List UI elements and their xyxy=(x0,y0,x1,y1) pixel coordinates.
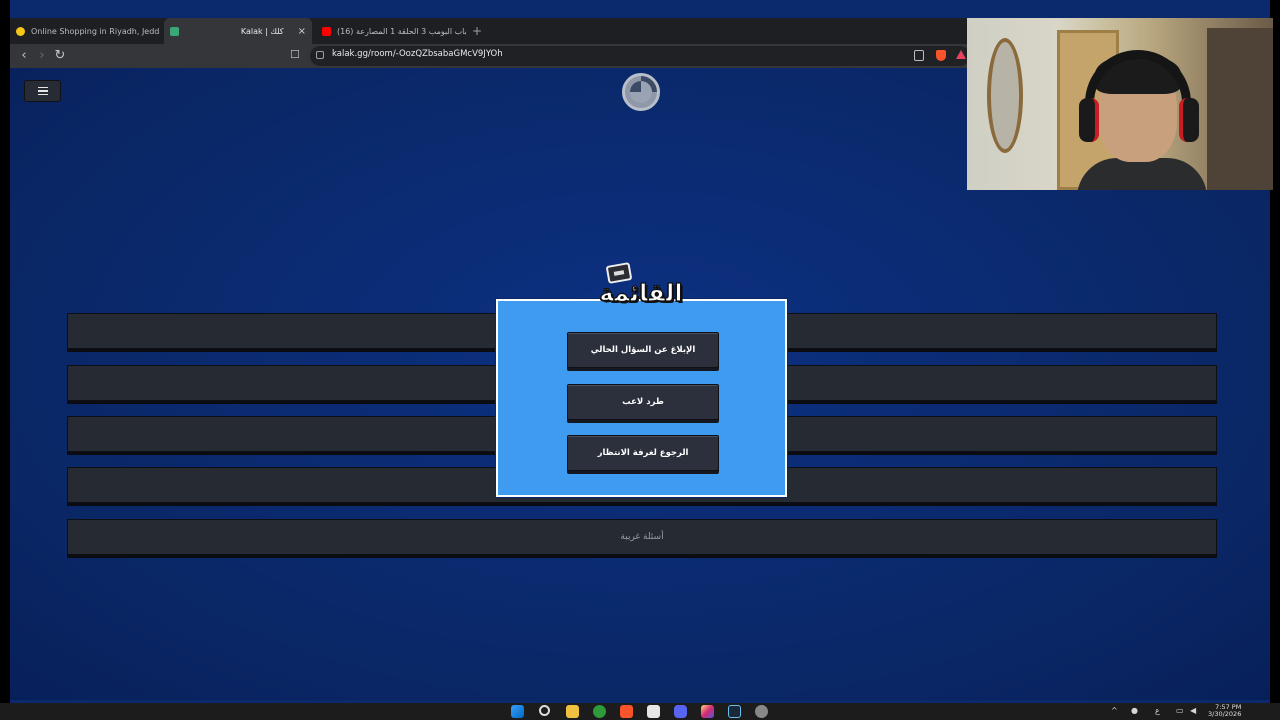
store-icon[interactable] xyxy=(647,705,660,718)
instagram-icon[interactable] xyxy=(701,705,714,718)
xbox-icon[interactable] xyxy=(593,705,606,718)
menu-line xyxy=(37,86,48,89)
menu-modal: الإبلاغ عن السؤال الحالي طرد لاعب الرجوع… xyxy=(496,299,787,497)
reload-icon[interactable]: ↻ xyxy=(52,48,68,64)
taskbar-clock[interactable]: 7:57 PM 3/30/2026 xyxy=(1208,704,1241,718)
webcam-overlay xyxy=(967,18,1273,190)
bookmark-icon[interactable]: ☐ xyxy=(290,48,300,61)
tab-shopping[interactable]: Online Shopping in Riyadh, Jeddah a xyxy=(10,18,160,44)
back-icon[interactable]: ‹ xyxy=(16,48,32,64)
new-tab-button[interactable]: + xyxy=(472,18,482,44)
brave-browser-icon[interactable] xyxy=(620,705,633,718)
site-info-icon[interactable] xyxy=(316,51,324,59)
share-icon[interactable] xyxy=(914,50,924,61)
microphone-icon[interactable]: ● xyxy=(1131,706,1138,715)
category-row[interactable]: أسئلة غريبة xyxy=(67,519,1217,555)
tab-kalak[interactable]: Kalak | كلك × xyxy=(164,18,312,44)
menu-line xyxy=(37,90,48,92)
webcam-shelf xyxy=(1207,28,1273,190)
search-icon[interactable] xyxy=(539,705,550,716)
menu-title: القائمة xyxy=(599,278,683,307)
close-tab-icon[interactable]: × xyxy=(298,26,306,37)
network-icon[interactable]: ▭ xyxy=(1176,706,1184,715)
forward-icon[interactable]: › xyxy=(34,48,50,64)
tray-chevron-icon[interactable]: ^ xyxy=(1111,706,1118,715)
steam-icon[interactable] xyxy=(728,705,741,718)
url-text: kalak.gg/room/-OozQZbsabaGMcV9JYOh xyxy=(332,49,503,59)
person-body xyxy=(1077,158,1207,190)
file-explorer-icon[interactable] xyxy=(566,705,579,718)
shopping-favicon-icon xyxy=(16,26,25,36)
language-indicator[interactable]: ع xyxy=(1155,706,1160,715)
brave-rewards-icon[interactable] xyxy=(956,50,966,59)
tab-label: (16) شباب البومب 3 الحلقة 1 المصارعة xyxy=(337,26,466,36)
back-to-lobby-button[interactable]: الرجوع لغرفة الانتظار xyxy=(567,435,719,471)
windows-start-icon[interactable] xyxy=(511,705,524,718)
address-bar[interactable]: kalak.gg/room/-OozQZbsabaGMcV9JYOh xyxy=(310,46,970,66)
brave-shield-icon[interactable] xyxy=(936,50,946,61)
volume-icon[interactable]: ◀ xyxy=(1190,706,1196,715)
kick-player-button[interactable]: طرد لاعب xyxy=(567,384,719,420)
kalak-favicon-icon xyxy=(170,26,179,36)
hamburger-menu-button[interactable] xyxy=(24,80,61,102)
headset-ear-left xyxy=(1079,98,1099,142)
discord-icon[interactable] xyxy=(674,705,687,718)
headset-ear-right xyxy=(1179,98,1199,142)
tab-label: Kalak | كلك xyxy=(240,26,284,36)
windows-taskbar: ^ ● ع ▭ ◀ 7:57 PM 3/30/2026 xyxy=(0,703,1280,720)
tab-youtube[interactable]: (16) شباب البومب 3 الحلقة 1 المصارعة xyxy=(316,18,466,44)
report-question-button[interactable]: الإبلاغ عن السؤال الحالي xyxy=(567,332,719,368)
timer-icon xyxy=(622,73,660,111)
clock-date: 3/30/2026 xyxy=(1208,710,1242,718)
webcam-mirror xyxy=(987,38,1023,153)
menu-line xyxy=(37,93,48,96)
app-icon[interactable] xyxy=(755,705,768,718)
category-label: أسئلة غريبة xyxy=(620,532,664,542)
webcam-person xyxy=(1077,48,1207,190)
tab-label: Online Shopping in Riyadh, Jeddah a xyxy=(31,26,160,36)
youtube-favicon-icon xyxy=(322,26,331,36)
